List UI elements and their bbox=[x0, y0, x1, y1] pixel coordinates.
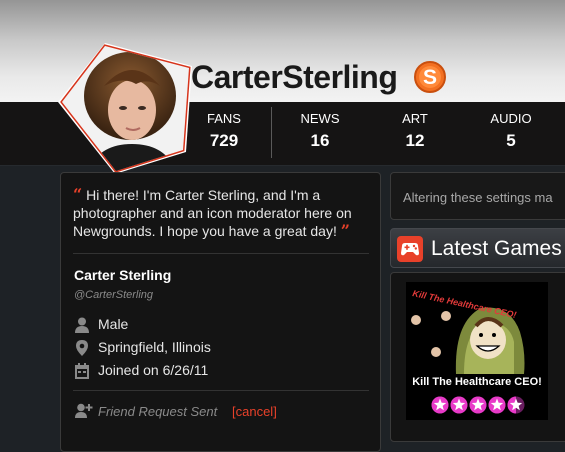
bio-text: Hi there! I'm Carter Sterling, and I'm a… bbox=[73, 187, 352, 239]
friend-request-status: Friend Request Sent bbox=[98, 404, 218, 419]
add-friend-icon bbox=[75, 403, 93, 418]
supporter-badge-icon[interactable]: S bbox=[414, 61, 446, 93]
real-name: Carter Sterling bbox=[74, 267, 172, 283]
stat-value: 16 bbox=[310, 131, 330, 150]
stat-value: 5 bbox=[506, 131, 516, 150]
game-thumbnail-text: Kill The Healthcare CEO! bbox=[412, 288, 518, 320]
avatar[interactable] bbox=[56, 40, 196, 176]
open-quote-icon: “ bbox=[73, 185, 83, 204]
game-rating bbox=[431, 396, 525, 414]
stat-news[interactable]: NEWS 16 bbox=[285, 102, 355, 151]
gender-text: Male bbox=[98, 316, 129, 332]
settings-notice-text: Altering these settings ma bbox=[403, 190, 553, 205]
divider bbox=[73, 253, 369, 254]
bio-quote: “ Hi there! I'm Carter Sterling, and I'm… bbox=[73, 186, 373, 240]
stat-art[interactable]: ART 12 bbox=[380, 102, 450, 151]
game-title[interactable]: Kill The Healthcare CEO! bbox=[406, 376, 548, 388]
close-quote-icon: ” bbox=[340, 221, 350, 240]
stat-value: 729 bbox=[209, 131, 239, 150]
divider bbox=[73, 390, 369, 391]
username: CarterSterling bbox=[191, 59, 398, 95]
joined-text: Joined on 6/26/11 bbox=[98, 362, 209, 378]
stat-label: AUDIO bbox=[490, 111, 532, 126]
gamepad-icon bbox=[397, 236, 423, 262]
location-pin-icon bbox=[76, 340, 88, 356]
stats-divider bbox=[271, 107, 272, 158]
stat-label: ART bbox=[402, 111, 428, 126]
user-icon bbox=[75, 317, 89, 333]
game-thumbnail-logo: Kill The Healthcare CEO! bbox=[412, 288, 518, 320]
cancel-friend-request-link[interactable]: [cancel] bbox=[232, 404, 277, 419]
user-handle: @CarterSterling bbox=[74, 289, 154, 301]
stat-label: FANS bbox=[207, 111, 241, 126]
stat-audio[interactable]: AUDIO 5 bbox=[476, 102, 546, 151]
game-card[interactable]: Kill The Healthcare CEO! Kill The Health… bbox=[406, 282, 548, 420]
stat-value: 12 bbox=[405, 131, 425, 150]
stat-label: NEWS bbox=[300, 111, 340, 126]
stat-fans[interactable]: FANS 729 bbox=[189, 102, 259, 151]
latest-games-title: Latest Games bbox=[431, 237, 562, 260]
calendar-icon bbox=[75, 363, 89, 379]
location-text: Springfield, Illinois bbox=[98, 339, 211, 355]
svg-text:S: S bbox=[423, 66, 437, 89]
